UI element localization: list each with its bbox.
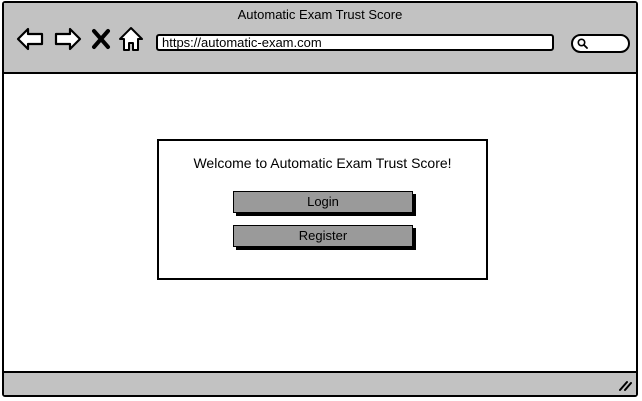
close-icon[interactable] <box>90 25 112 53</box>
address-bar-input[interactable] <box>156 34 554 51</box>
window-title: Automatic Exam Trust Score <box>237 7 403 22</box>
forward-arrow-icon[interactable] <box>54 25 82 53</box>
browser-search-box[interactable] <box>571 34 630 53</box>
login-button[interactable]: Login <box>233 191 413 213</box>
browser-window: Automatic Exam Trust Score https://autom… <box>2 1 638 397</box>
status-bar <box>4 371 636 395</box>
welcome-dialog: Welcome to Automatic Exam Trust Score! L… <box>157 139 488 280</box>
resize-grip-icon[interactable] <box>618 378 632 392</box>
browser-toolbar: Automatic Exam Trust Score <box>4 3 636 74</box>
register-button[interactable]: Register <box>233 225 413 247</box>
back-arrow-icon[interactable] <box>16 25 44 53</box>
search-icon <box>577 38 588 49</box>
welcome-heading: Welcome to Automatic Exam Trust Score! <box>193 155 452 171</box>
home-icon[interactable] <box>118 25 144 53</box>
